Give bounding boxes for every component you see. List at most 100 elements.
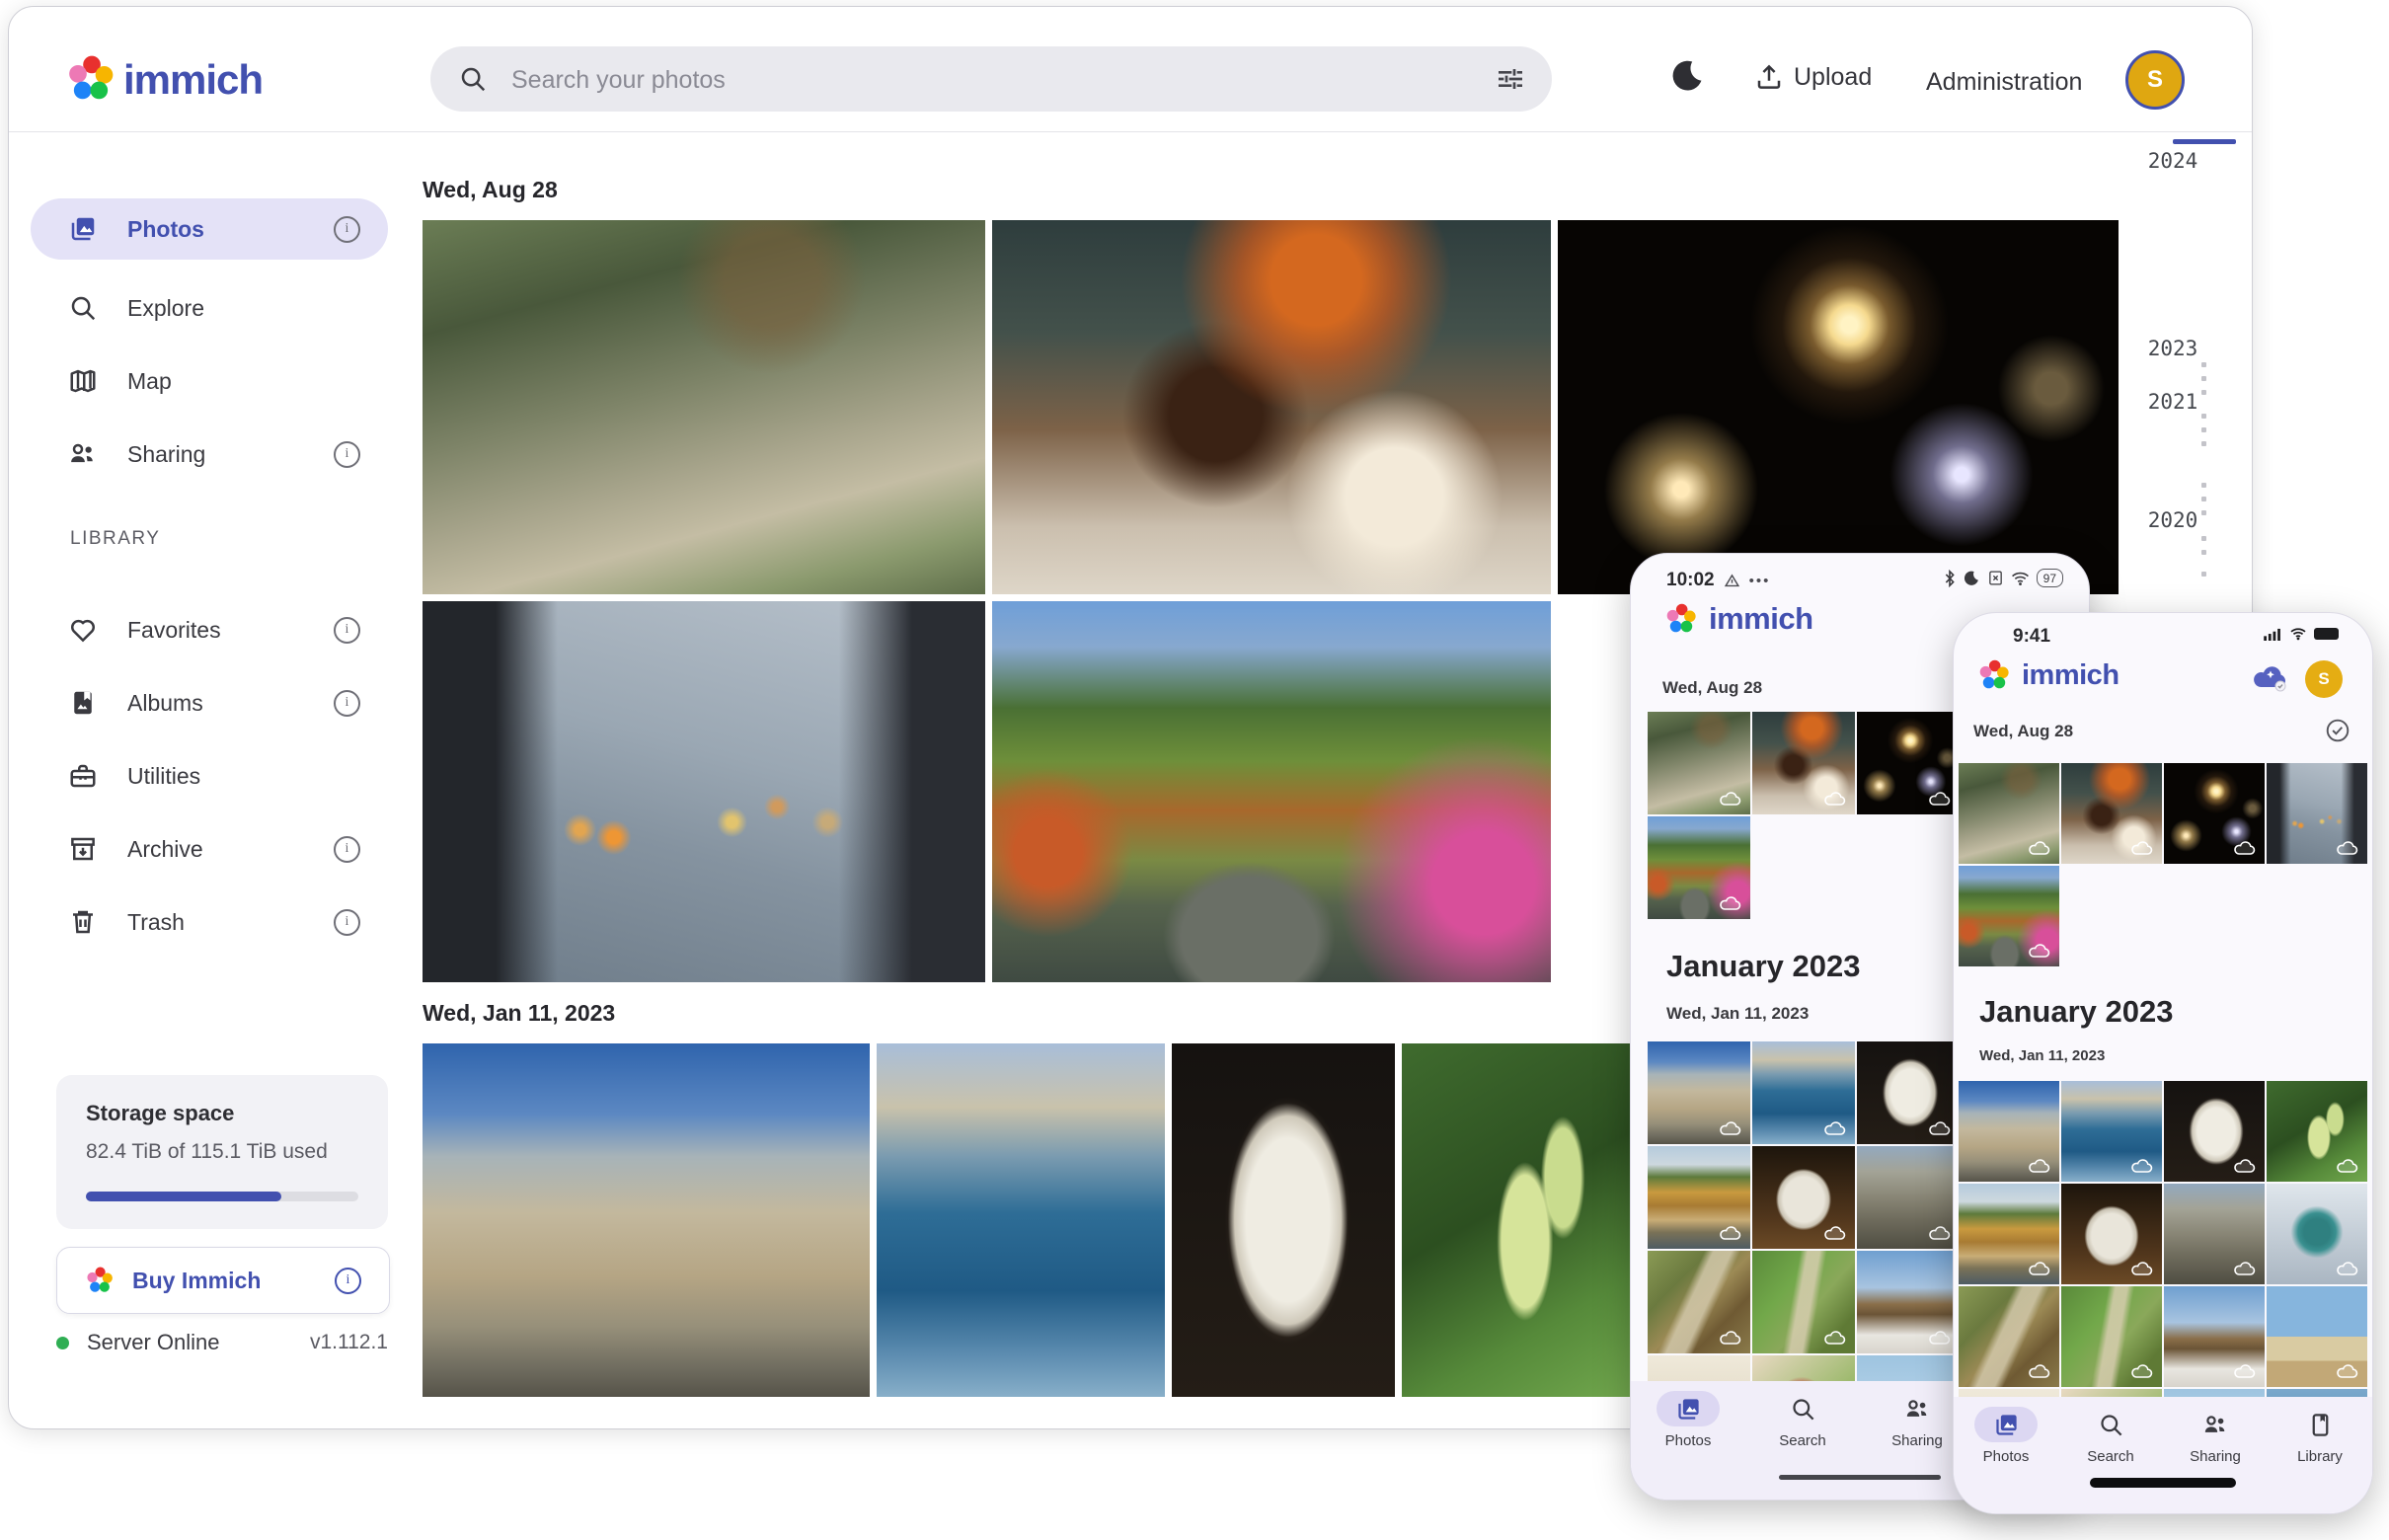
tab-photos[interactable]: Photos bbox=[1954, 1407, 2058, 1465]
info-icon[interactable] bbox=[334, 216, 360, 243]
month-heading: January 2023 bbox=[1979, 994, 2173, 1030]
administration-link[interactable]: Administration bbox=[1926, 68, 2082, 97]
info-icon[interactable] bbox=[334, 909, 360, 936]
photo-lizard1[interactable] bbox=[1648, 1251, 1750, 1353]
info-icon[interactable] bbox=[334, 441, 360, 468]
gesture-bar[interactable] bbox=[2090, 1478, 2236, 1488]
photo-rock[interactable] bbox=[2061, 1184, 2162, 1284]
sidebar-label: Utilities bbox=[127, 763, 388, 790]
search-bar[interactable] bbox=[430, 46, 1552, 112]
user-avatar[interactable]: S bbox=[2305, 660, 2343, 698]
gesture-bar[interactable] bbox=[1779, 1475, 1941, 1480]
photo-plant[interactable] bbox=[1402, 1043, 1639, 1397]
photo-sculpture[interactable] bbox=[1172, 1043, 1395, 1397]
photo-beach[interactable] bbox=[2267, 1286, 2367, 1387]
tab-sharing[interactable]: Sharing bbox=[2163, 1407, 2268, 1465]
photo-cliff[interactable] bbox=[1648, 1146, 1750, 1249]
photo-church[interactable] bbox=[2164, 1286, 2265, 1387]
cloud-sync-icon[interactable] bbox=[2253, 662, 2288, 692]
sidebar-item-archive[interactable]: Archive bbox=[31, 818, 388, 880]
photo-dinner[interactable] bbox=[2061, 763, 2162, 864]
tab-library[interactable]: Library bbox=[2268, 1407, 2372, 1465]
timeline-tick bbox=[2201, 427, 2206, 432]
sidebar-item-map[interactable]: Map bbox=[31, 350, 388, 412]
info-icon[interactable] bbox=[334, 836, 360, 863]
search-filters-icon[interactable] bbox=[1495, 63, 1526, 95]
photo-zoo[interactable] bbox=[1648, 712, 1750, 814]
sidebar-item-albums[interactable]: Albums bbox=[31, 672, 388, 733]
photo-sculpture[interactable] bbox=[1857, 1041, 1960, 1144]
photo-ruins[interactable] bbox=[1857, 1146, 1960, 1249]
photo-autumn[interactable] bbox=[1648, 816, 1750, 919]
photo-fireworks[interactable] bbox=[2164, 763, 2265, 864]
sidebar-item-explore[interactable]: Explore bbox=[31, 277, 388, 339]
photo-church[interactable] bbox=[1857, 1251, 1960, 1353]
photo-lizard1[interactable] bbox=[1959, 1286, 2059, 1387]
cloud-backup-icon bbox=[1719, 790, 1742, 807]
info-icon[interactable] bbox=[335, 1268, 361, 1294]
people-icon bbox=[68, 439, 98, 469]
photo-hands[interactable] bbox=[2267, 763, 2367, 864]
tab-photos[interactable]: Photos bbox=[1631, 1391, 1745, 1449]
status-time: 10:02 bbox=[1666, 570, 1715, 591]
photo-autumn[interactable] bbox=[992, 601, 1551, 982]
status-bar-left: 10:02 ••• bbox=[1666, 570, 1770, 591]
photo-zoo[interactable] bbox=[423, 220, 985, 594]
photo-fortress[interactable] bbox=[423, 1043, 870, 1397]
storage-progress-fill bbox=[86, 1192, 281, 1201]
photo-autumn[interactable] bbox=[1959, 866, 2059, 966]
photo-hands[interactable] bbox=[423, 601, 985, 982]
photo-ruins[interactable] bbox=[2164, 1184, 2265, 1284]
sidebar-item-photos[interactable]: Photos bbox=[31, 198, 388, 260]
photo-plant[interactable] bbox=[2267, 1081, 2367, 1182]
photo-lizard2[interactable] bbox=[2061, 1286, 2162, 1387]
album-icon bbox=[68, 688, 98, 718]
photo-rock[interactable] bbox=[1752, 1146, 1855, 1249]
photo-coast[interactable] bbox=[2061, 1081, 2162, 1182]
dark-mode-toggle-icon[interactable] bbox=[1671, 58, 1705, 92]
info-icon[interactable] bbox=[334, 617, 360, 644]
photo-sculpture[interactable] bbox=[2164, 1081, 2265, 1182]
buy-immich-button[interactable]: Buy Immich bbox=[56, 1247, 390, 1314]
tab-search[interactable]: Search bbox=[1745, 1391, 1860, 1449]
bluetooth-icon bbox=[1943, 570, 1957, 587]
photos-icon bbox=[1974, 1407, 2038, 1442]
sidebar-item-sharing[interactable]: Sharing bbox=[31, 424, 388, 485]
photo-coast[interactable] bbox=[877, 1043, 1165, 1397]
timeline-year-2023[interactable]: 2023 bbox=[2141, 337, 2204, 360]
sidebar-item-utilities[interactable]: Utilities bbox=[31, 745, 388, 807]
timeline-year-2021[interactable]: 2021 bbox=[2141, 390, 2204, 414]
sidebar-item-favorites[interactable]: Favorites bbox=[31, 599, 388, 660]
user-avatar[interactable]: S bbox=[2125, 50, 2185, 110]
select-all-icon[interactable] bbox=[2325, 718, 2350, 743]
timeline-year-2020[interactable]: 2020 bbox=[2141, 508, 2204, 532]
tab-search[interactable]: Search bbox=[2058, 1407, 2163, 1465]
photo-cliff[interactable] bbox=[1959, 1184, 2059, 1284]
photo-dinner[interactable] bbox=[992, 220, 1551, 594]
photo-tree[interactable] bbox=[2267, 1184, 2367, 1284]
search-icon bbox=[458, 64, 488, 94]
photo-grid-row bbox=[423, 601, 1551, 982]
timeline-tick bbox=[2201, 572, 2206, 577]
status-bar-right bbox=[2264, 627, 2339, 641]
search-input[interactable] bbox=[509, 60, 1402, 100]
map-icon bbox=[68, 366, 98, 396]
info-icon[interactable] bbox=[334, 690, 360, 717]
timeline-year-2024[interactable]: 2024 bbox=[2141, 149, 2204, 173]
sidebar-item-trash[interactable]: Trash bbox=[31, 891, 388, 953]
timeline-position-marker bbox=[2173, 139, 2236, 144]
storage-space-card: Storage space 82.4 TiB of 115.1 TiB used bbox=[56, 1075, 388, 1229]
photo-fortress[interactable] bbox=[1648, 1041, 1750, 1144]
photo-fortress[interactable] bbox=[1959, 1081, 2059, 1182]
photo-lizard2[interactable] bbox=[1752, 1251, 1855, 1353]
photo-fireworks[interactable] bbox=[1857, 712, 1960, 814]
cloud-backup-icon bbox=[2336, 1260, 2359, 1276]
photo-zoo[interactable] bbox=[1959, 763, 2059, 864]
sidebar-label: Trash bbox=[127, 909, 334, 936]
upload-button[interactable]: Upload bbox=[1754, 62, 1872, 92]
battery-icon bbox=[2314, 628, 2339, 640]
photo-coast[interactable] bbox=[1752, 1041, 1855, 1144]
cloud-backup-icon bbox=[2130, 839, 2154, 856]
photo-dinner[interactable] bbox=[1752, 712, 1855, 814]
photo-fireworks[interactable] bbox=[1558, 220, 2119, 594]
